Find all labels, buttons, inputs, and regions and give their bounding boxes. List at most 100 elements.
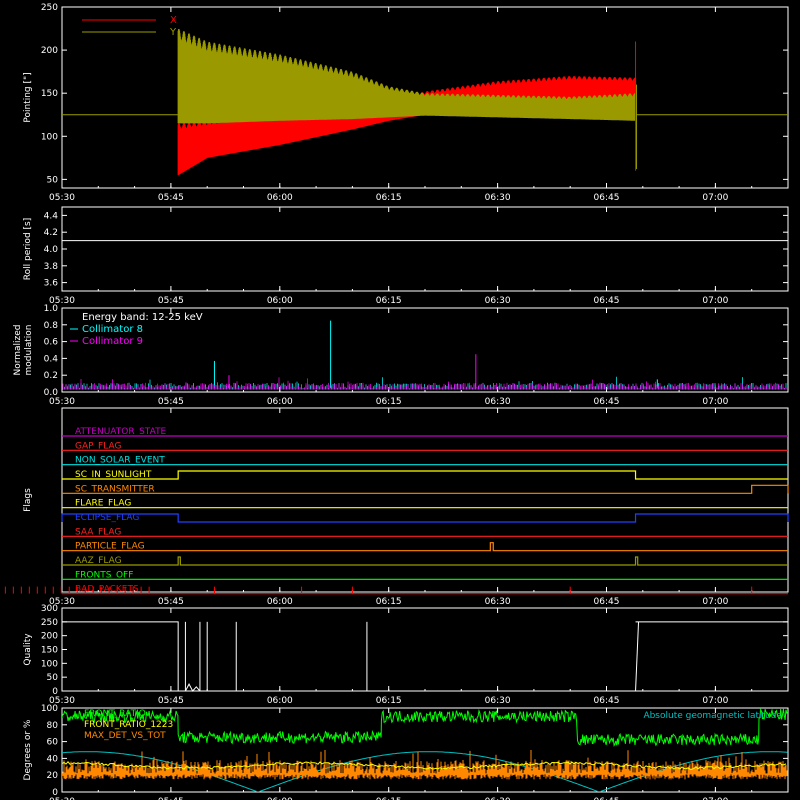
x-tick-label: 06:45	[594, 296, 620, 306]
chart-svg: 05:30 05:45 06:00 06:15 06:30 06:45 07:00 50 100…	[4, 3, 789, 800]
y-tick-label: 50	[47, 175, 59, 185]
y-tick-label: 3.8	[44, 262, 59, 272]
y-tick-label: 20	[47, 771, 59, 781]
panel-frame	[61, 607, 789, 692]
x-tick-label: 06:15	[376, 193, 402, 203]
x-tick-label: 06:45	[594, 193, 620, 203]
flag-rows: ATTENUATOR_STATE GAP_FLAG NON_SOLAR_EVENT S…	[4, 427, 789, 595]
y-axis-label: Flags	[23, 488, 33, 512]
legend-label: Collimator 8	[82, 324, 143, 335]
panel-frame	[61, 206, 789, 292]
x-tick-label: 07:00	[702, 397, 728, 407]
y-tick-label: 60	[47, 738, 59, 748]
y-tick-label: 250	[41, 618, 58, 628]
y-tick-label: 40	[47, 754, 59, 764]
x-tick-label: 06:30	[485, 296, 511, 306]
flag-line	[62, 542, 788, 552]
y-axis-label: Degrees or %	[23, 719, 33, 780]
pointing-series: XY	[62, 15, 788, 176]
x-tick-label: 05:30	[49, 193, 75, 203]
flag-label: GAP_FLAG	[75, 441, 121, 451]
x-tick-label: 06:15	[376, 296, 402, 306]
legend-label: MAX_DET_VS_TOT	[84, 731, 166, 741]
flag-line	[62, 484, 789, 494]
x-tick-label: 06:00	[267, 193, 293, 203]
legend-label: FRONT_RATIO	[84, 709, 146, 719]
y-tick-label: 0.8	[44, 321, 59, 331]
series-max-det	[62, 749, 788, 780]
ratio-series: FRONT_RATIOFRONT_RATIO_1223MAX_DET_VS_TO…	[62, 708, 788, 792]
y-axis-label: modulation	[24, 325, 34, 376]
y-tick-label: 100	[41, 704, 58, 714]
y-axis-label: Pointing ["]	[23, 72, 33, 122]
x-tick-label: 05:45	[158, 696, 184, 706]
flag-label: ECLIPSE_FLAG	[75, 513, 139, 523]
x-tick-label: 07:00	[702, 296, 728, 306]
y-tick-label: 0	[52, 687, 58, 697]
x-tick-label: 05:30	[49, 397, 75, 407]
y-tick-label: 0.0	[44, 388, 59, 398]
y-tick-label: 0.6	[44, 338, 59, 348]
flag-label: ATTENUATOR_STATE	[75, 427, 167, 437]
y-tick-label: 200	[41, 46, 58, 56]
flag-label: BAD_PACKETS	[75, 585, 139, 595]
y-tick-label: 4.4	[44, 211, 59, 221]
y-axis-label: Normalized	[13, 324, 23, 375]
flag-label: SC_IN_SUNLIGHT	[75, 470, 152, 480]
flag-line	[61, 513, 789, 523]
y-tick-label: 100	[41, 659, 58, 669]
y-tick-label: 4.0	[44, 245, 59, 255]
energy-band-annotation: Energy band: 12-25 keV	[82, 312, 203, 323]
legend-label: Y	[169, 27, 177, 38]
x-tick-label: 05:45	[158, 397, 184, 407]
y-tick-label: 300	[41, 604, 58, 614]
chart-figure: 05:30 05:45 06:00 06:15 06:30 06:45 07:00 50 100…	[0, 0, 800, 800]
y-tick-label: 4.2	[44, 228, 58, 238]
series-noise	[62, 377, 788, 390]
y-tick-label: 150	[41, 646, 58, 656]
legend-label: X	[170, 15, 177, 26]
legend-label: FRONT_RATIO_1223	[84, 720, 173, 730]
x-tick-label: 05:45	[158, 597, 184, 607]
series-noise	[62, 376, 788, 390]
x-tick-label: 06:30	[485, 597, 511, 607]
x-tick-label: 06:00	[267, 296, 293, 306]
y-tick-label: 80	[47, 721, 59, 731]
y-tick-label: 200	[41, 632, 58, 642]
y-tick-label: 150	[41, 89, 58, 99]
x-tick-label: 06:45	[594, 696, 620, 706]
x-tick-label: 06:30	[485, 696, 511, 706]
quality-step	[635, 621, 640, 692]
panel-5: 05:30 05:45 06:00 06:15 06:30 06:45 07:0005010…	[23, 604, 789, 706]
x-tick-label: 07:00	[702, 193, 728, 203]
x-tick-label: 05:45	[158, 296, 184, 306]
flag-label: SC_TRANSMITTER	[75, 484, 155, 494]
y-tick-label: 100	[41, 132, 58, 142]
series-y	[177, 29, 636, 124]
flag-label: AAZ_FLAG	[75, 556, 122, 566]
quality-series	[62, 621, 789, 692]
x-tick-label: 06:15	[376, 696, 402, 706]
panel-2: 05:30 05:45 06:00 06:15 06:30 06:45 07:003.63.…	[23, 206, 789, 306]
flag-label: FRONTS_OFF	[75, 570, 133, 580]
x-tick-label: 06:00	[267, 696, 293, 706]
y-axis-label: Roll period [s]	[23, 218, 33, 280]
flag-line	[62, 470, 788, 480]
x-tick-label: 06:45	[594, 397, 620, 407]
flag-label: NON_SOLAR_EVENT	[75, 456, 165, 466]
x-tick-label: 06:15	[376, 397, 402, 407]
x-tick-label: 07:00	[702, 696, 728, 706]
flag-line	[62, 556, 788, 566]
x-tick-label: 05:45	[158, 193, 184, 203]
legend-label: Absolute geomagnetic latitude	[643, 711, 782, 721]
x-tick-label: 06:15	[376, 597, 402, 607]
x-tick-label: 07:00	[702, 597, 728, 607]
x-tick-label: 06:30	[485, 397, 511, 407]
modulation-series: Energy band: 12-25 keVCollimator 8Collim…	[62, 312, 788, 390]
x-tick-label: 06:45	[594, 597, 620, 607]
y-tick-label: 50	[47, 673, 59, 683]
flag-label: PARTICLE_FLAG	[75, 542, 145, 552]
y-tick-label: 1.0	[44, 304, 59, 314]
legend-label: Collimator 9	[82, 336, 143, 347]
x-tick-label: 06:30	[485, 193, 511, 203]
